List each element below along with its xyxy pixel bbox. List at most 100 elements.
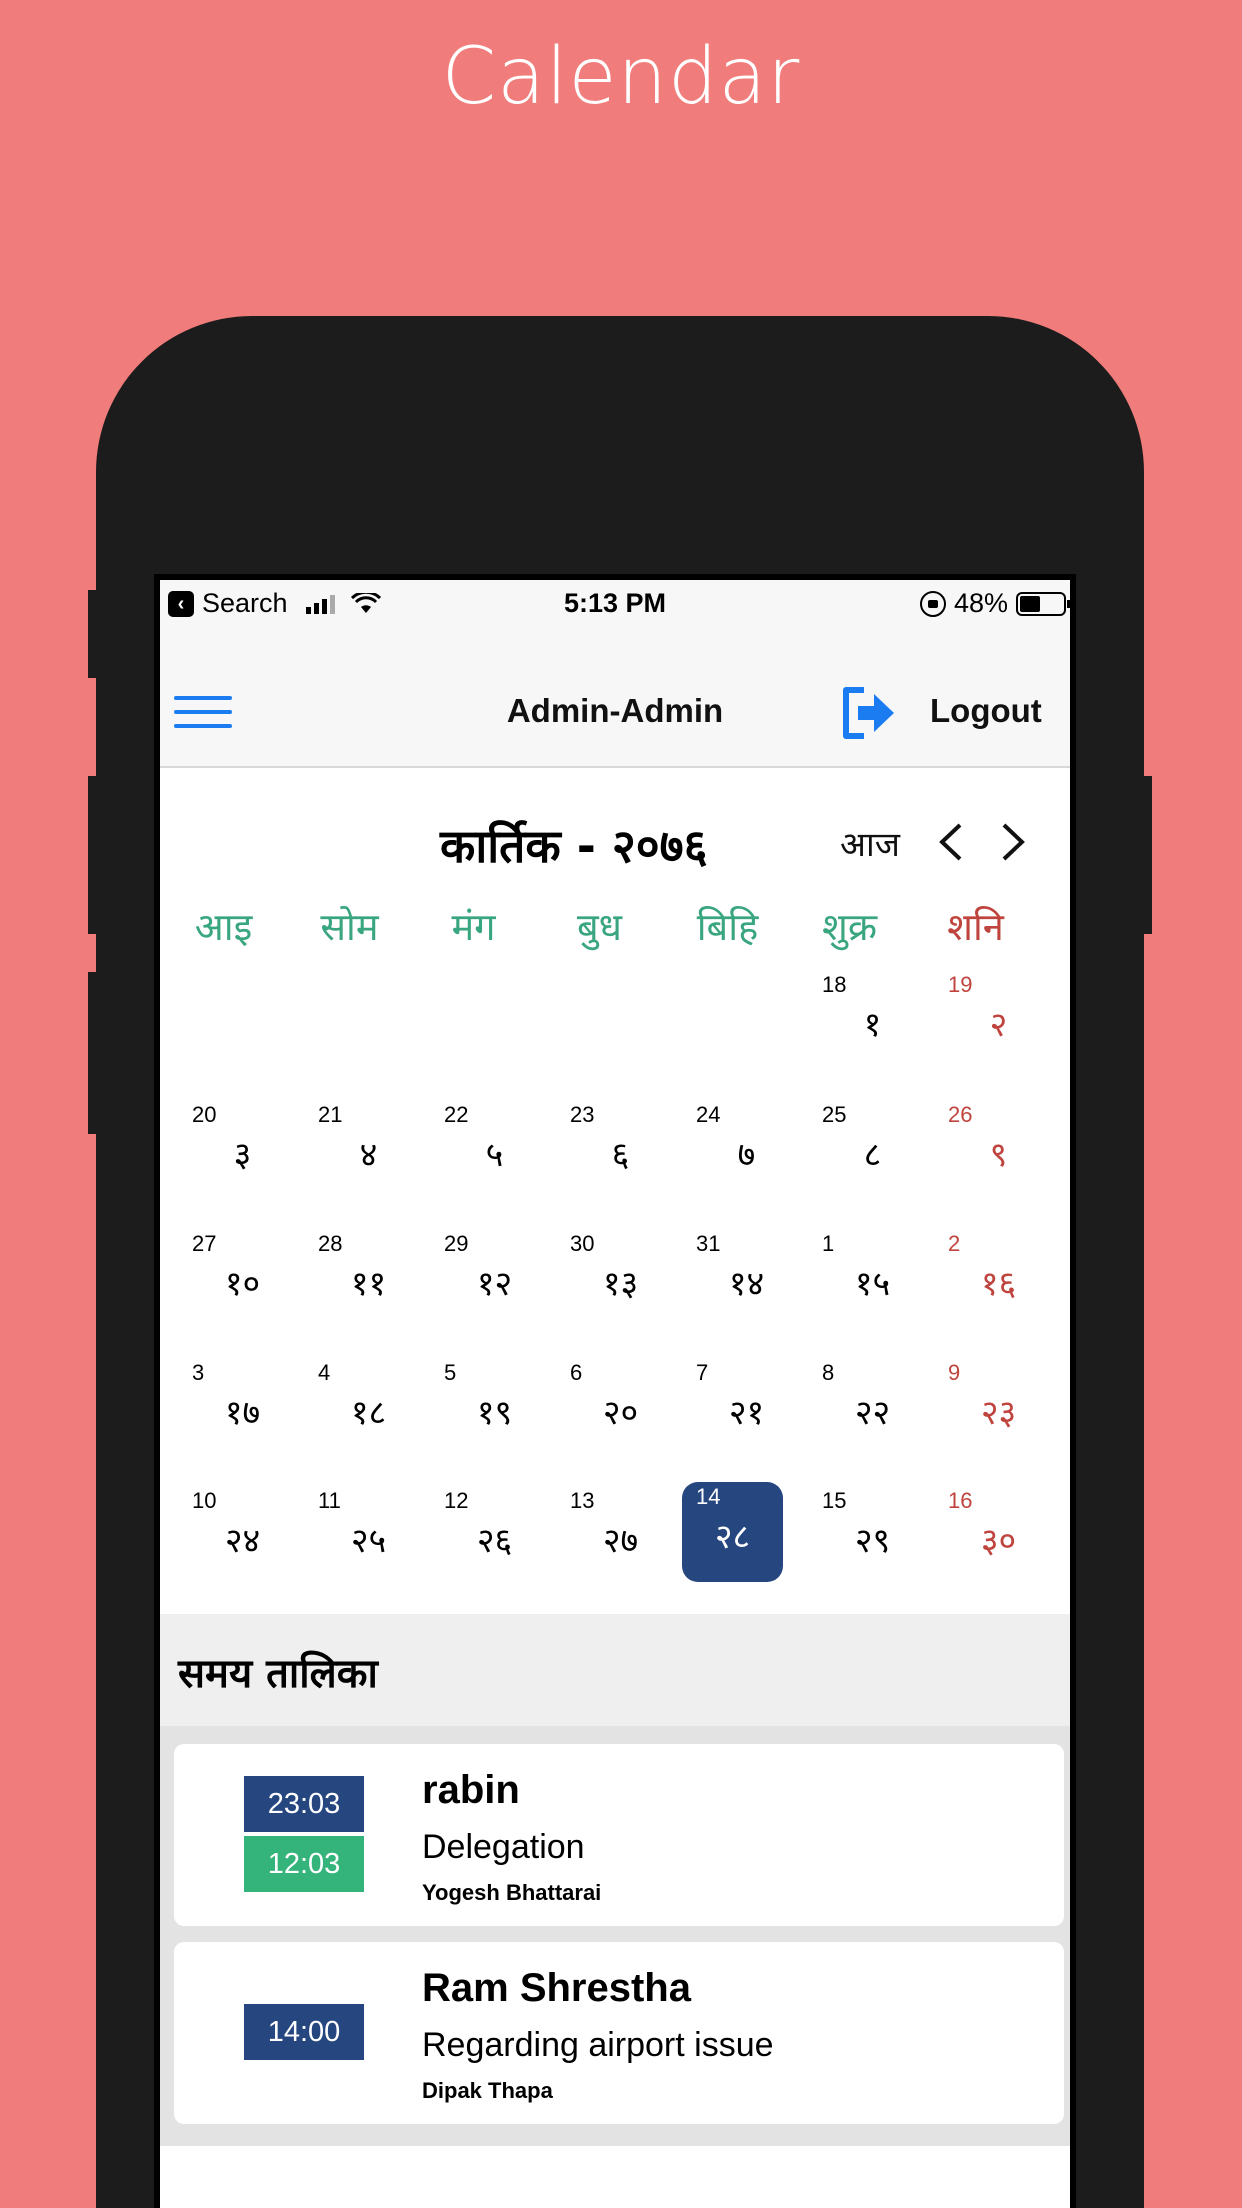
nepali-date: १८ xyxy=(350,1393,387,1433)
gregorian-date: 10 xyxy=(192,1488,217,1513)
nepali-date: ३० xyxy=(980,1521,1017,1561)
gregorian-date: 1 xyxy=(822,1231,835,1256)
calendar-day[interactable]: 2 १६ xyxy=(948,1229,1049,1329)
nepali-date: २५ xyxy=(350,1521,387,1561)
event-subtitle: Regarding airport issue xyxy=(422,2026,774,2064)
battery-icon xyxy=(1016,591,1070,616)
gregorian-date: 20 xyxy=(192,1102,217,1127)
gregorian-date: 31 xyxy=(696,1231,721,1256)
nepali-date: १९ xyxy=(476,1393,513,1433)
calendar-day[interactable]: 4 १८ xyxy=(318,1358,419,1458)
calendar-day[interactable]: 15 २९ xyxy=(822,1486,923,1586)
calendar-day[interactable]: 7 २१ xyxy=(696,1358,797,1458)
calendar-day[interactable]: 25 ८ xyxy=(822,1100,923,1200)
gregorian-date: 11 xyxy=(318,1488,341,1513)
calendar-day[interactable]: 10 २४ xyxy=(192,1486,293,1586)
nepali-date: ५ xyxy=(485,1135,504,1175)
event-card[interactable]: 14:00 Ram Shrestha Regarding airport iss… xyxy=(174,1942,1064,2124)
nepali-date: ३ xyxy=(233,1135,252,1175)
logout-icon[interactable] xyxy=(840,684,896,742)
calendar-day[interactable]: 23 ६ xyxy=(570,1100,671,1200)
gregorian-date: 12 xyxy=(444,1488,469,1513)
calendar-day[interactable]: 13 २७ xyxy=(570,1486,671,1586)
logout-button[interactable]: Logout xyxy=(930,692,1042,730)
navigation-bar: Admin-Admin Logout xyxy=(160,628,1070,768)
event-person: Dipak Thapa xyxy=(422,2078,553,2103)
nepali-date: ९ xyxy=(989,1135,1008,1175)
gregorian-date: 29 xyxy=(444,1231,469,1256)
gregorian-date: 7 xyxy=(696,1360,709,1385)
nepali-date: १६ xyxy=(980,1264,1017,1304)
schedule-title: समय तालिका xyxy=(178,1651,378,1697)
gregorian-date: 15 xyxy=(822,1488,847,1513)
calendar-day[interactable]: 12 २६ xyxy=(444,1486,545,1586)
gregorian-date: 2 xyxy=(948,1231,961,1256)
gregorian-date: 18 xyxy=(822,972,847,997)
nepali-date: १७ xyxy=(224,1393,261,1433)
calendar-day[interactable]: 8 २२ xyxy=(822,1358,923,1458)
gregorian-date: 19 xyxy=(948,972,973,997)
calendar-day[interactable]: 5 १९ xyxy=(444,1358,545,1458)
nepali-date: २८ xyxy=(714,1517,751,1557)
event-end-time: 12:03 xyxy=(244,1836,364,1892)
gregorian-date: 16 xyxy=(948,1488,973,1513)
gregorian-date: 24 xyxy=(696,1102,721,1127)
event-subtitle: Delegation xyxy=(422,1828,585,1866)
nepali-date: ७ xyxy=(737,1135,756,1175)
nepali-date: १३ xyxy=(602,1264,639,1304)
calendar-day[interactable]: 31 १४ xyxy=(696,1229,797,1329)
today-button[interactable]: आज xyxy=(840,820,900,866)
nepali-date: ६ xyxy=(611,1135,630,1175)
gregorian-date: 9 xyxy=(948,1360,961,1385)
event-title: rabin xyxy=(422,1768,520,1812)
nepali-date: ११ xyxy=(350,1264,387,1304)
calendar-day[interactable]: 27 १० xyxy=(192,1229,293,1329)
calendar-day[interactable]: 21 ४ xyxy=(318,1100,419,1200)
weekday-wednesday: बुध xyxy=(576,905,623,949)
calendar-day[interactable]: 1 १५ xyxy=(822,1229,923,1329)
chevron-left-icon[interactable] xyxy=(934,822,968,862)
weekday-sunday: आइ xyxy=(194,905,253,949)
gregorian-date: 4 xyxy=(318,1360,331,1385)
nepali-date: २ xyxy=(989,1005,1008,1045)
weekday-monday: सोम xyxy=(320,905,379,949)
calendar-day[interactable]: 28 ११ xyxy=(318,1229,419,1329)
calendar-day[interactable]: 26 ९ xyxy=(948,1100,1049,1200)
nepali-date: १४ xyxy=(728,1264,765,1304)
nepali-date: १० xyxy=(224,1264,261,1304)
chevron-right-icon[interactable] xyxy=(996,822,1030,862)
calendar-day[interactable]: 20 ३ xyxy=(192,1100,293,1200)
schedule-list: 23:03 12:03 rabin Delegation Yogesh Bhat… xyxy=(160,1726,1070,2146)
calendar-day[interactable]: 18 १ xyxy=(822,970,923,1070)
gregorian-date: 8 xyxy=(822,1360,835,1385)
gregorian-date: 3 xyxy=(192,1360,205,1385)
weekday-thursday: बिहि xyxy=(696,905,759,949)
calendar-day[interactable]: 11 २५ xyxy=(318,1486,419,1586)
nepali-date: २९ xyxy=(854,1521,891,1561)
battery-percent: 48% xyxy=(953,588,1008,618)
calendar-day[interactable]: 29 १२ xyxy=(444,1229,545,1329)
calendar-day[interactable]: 24 ७ xyxy=(696,1100,797,1200)
nepali-date: २१ xyxy=(728,1393,765,1433)
calendar-day[interactable]: 30 १३ xyxy=(570,1229,671,1329)
calendar-day[interactable]: 9 २३ xyxy=(948,1358,1049,1458)
calendar-day[interactable]: 6 २० xyxy=(570,1358,671,1458)
gregorian-date: 27 xyxy=(192,1231,217,1256)
calendar-day-today[interactable]: 14 २८ xyxy=(682,1482,783,1582)
gregorian-date: 28 xyxy=(318,1231,343,1256)
calendar-day[interactable]: 19 २ xyxy=(948,970,1049,1070)
gregorian-date: 13 xyxy=(570,1488,595,1513)
calendar-day[interactable]: 16 ३० xyxy=(948,1486,1049,1586)
month-title: कार्तिक - २०७६ xyxy=(440,819,708,873)
calendar-day[interactable]: 3 १७ xyxy=(192,1358,293,1458)
gregorian-date: 25 xyxy=(822,1102,847,1127)
nepali-date: २० xyxy=(602,1393,639,1433)
rotation-lock-icon xyxy=(919,590,946,617)
nepali-date: ८ xyxy=(863,1135,882,1175)
schedule-header: समय तालिका xyxy=(160,1614,1070,1726)
gregorian-date: 21 xyxy=(318,1102,343,1127)
calendar-day[interactable]: 22 ५ xyxy=(444,1100,545,1200)
event-card[interactable]: 23:03 12:03 rabin Delegation Yogesh Bhat… xyxy=(174,1744,1064,1926)
event-start-time: 14:00 xyxy=(244,2004,364,2060)
gregorian-date: 14 xyxy=(696,1484,721,1509)
